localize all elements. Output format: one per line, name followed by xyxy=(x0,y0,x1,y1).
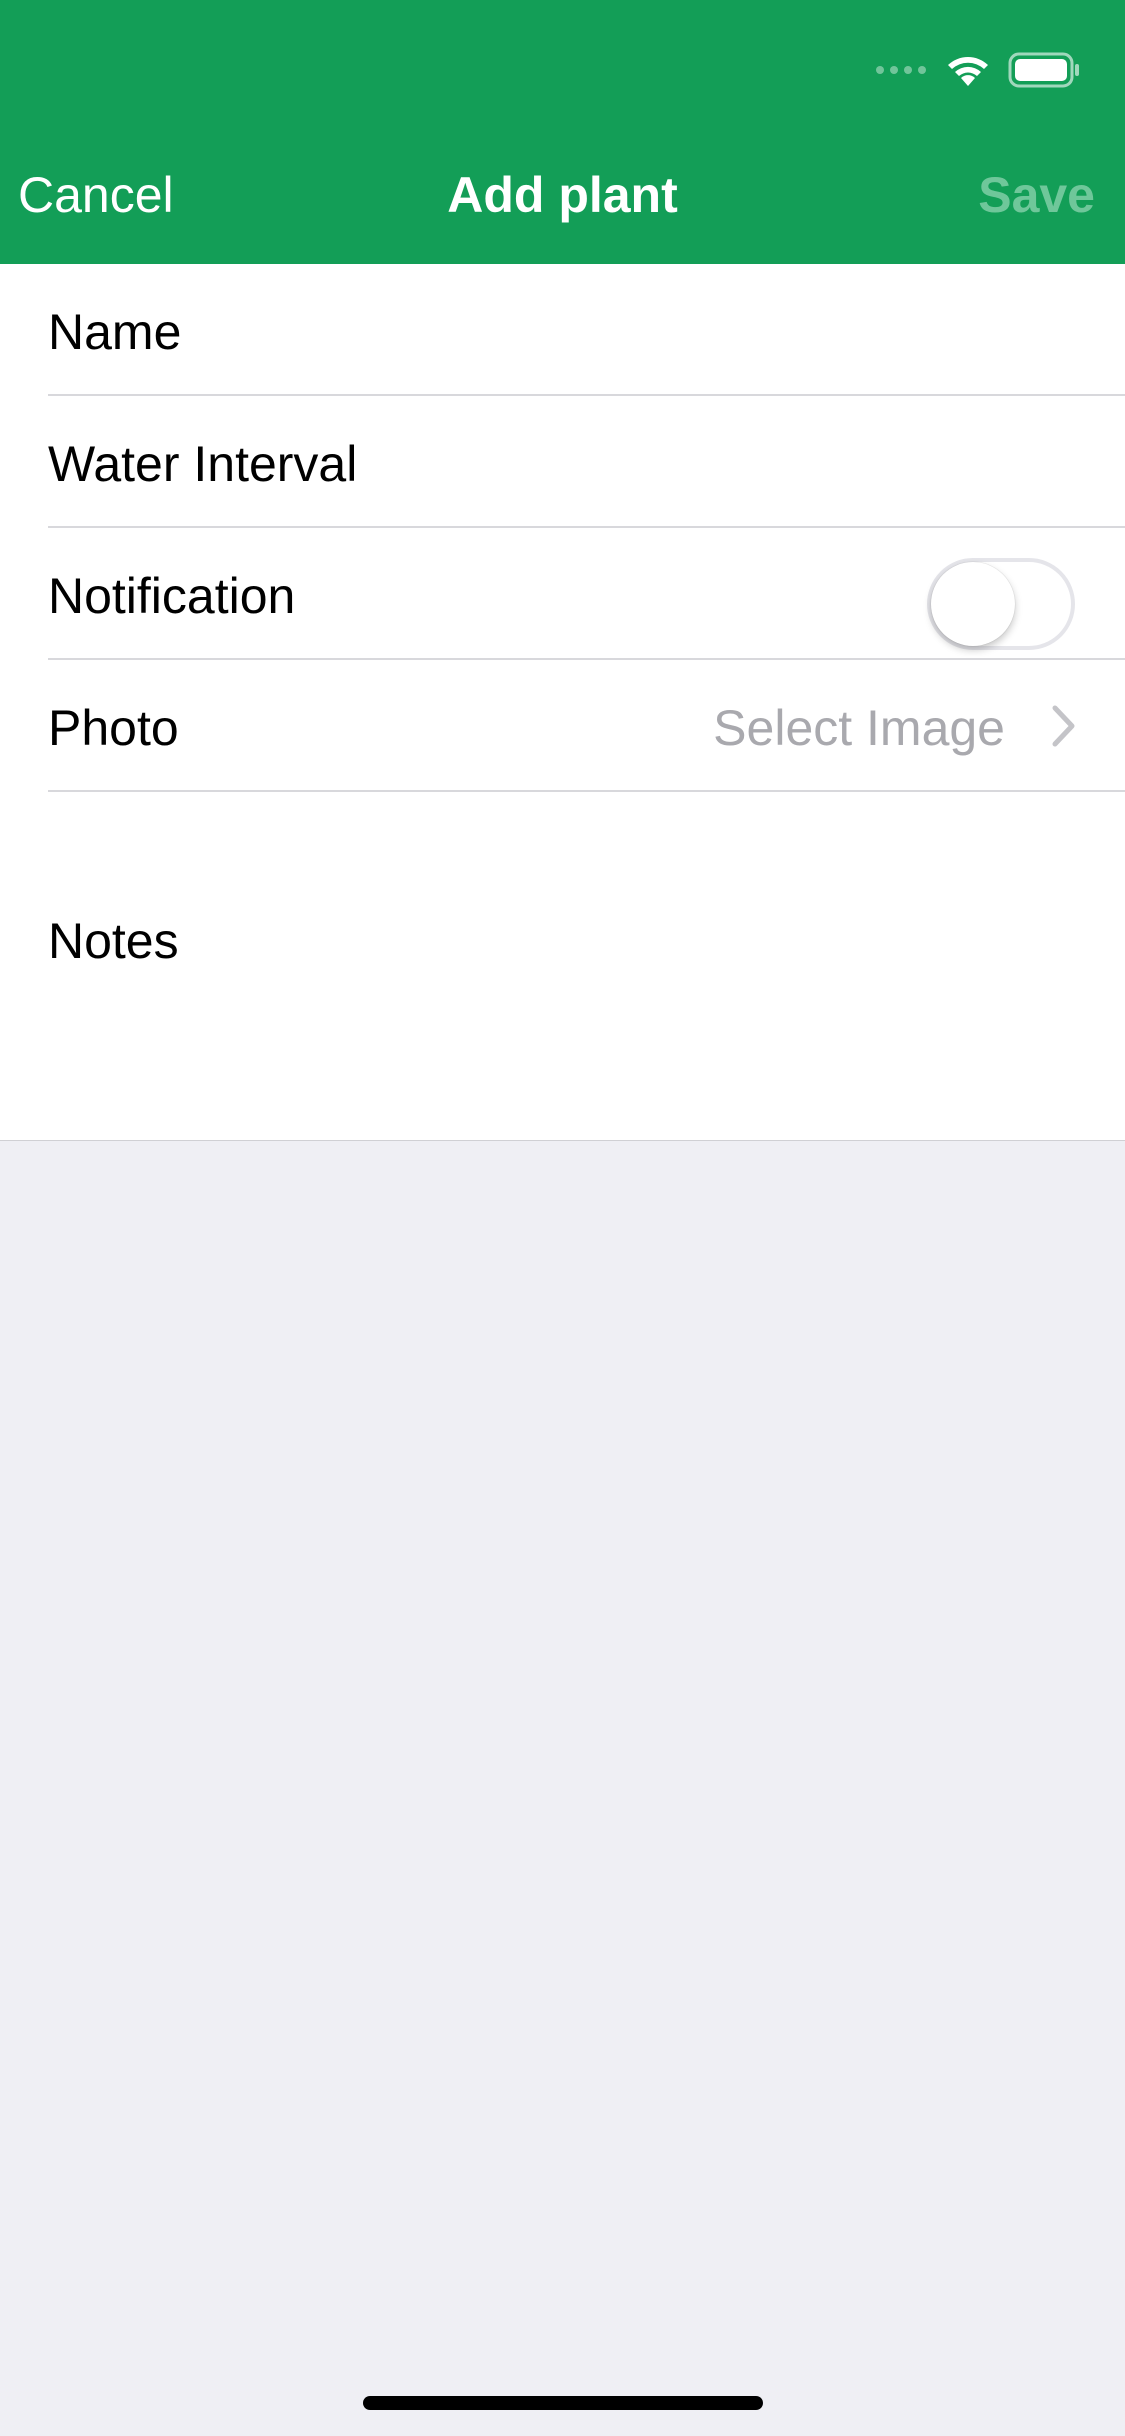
navigation-bar: Cancel Add plant Save xyxy=(0,0,1125,264)
wifi-icon xyxy=(948,57,988,86)
cellular-signal-icon xyxy=(876,66,932,74)
photo-label: Photo xyxy=(48,700,179,756)
photo-row[interactable]: Photo Select Image xyxy=(48,660,1125,792)
name-label: Name xyxy=(48,304,182,360)
save-button[interactable]: Save xyxy=(978,166,1095,224)
battery-icon xyxy=(1008,52,1079,88)
notification-label: Notification xyxy=(48,568,296,624)
name-field[interactable]: Name xyxy=(48,264,1125,396)
toggle-knob xyxy=(931,562,1015,646)
chevron-right-icon xyxy=(1052,705,1075,747)
status-bar xyxy=(876,48,1080,92)
home-indicator[interactable] xyxy=(363,2396,763,2410)
notification-row: Notification xyxy=(48,528,1125,660)
water-interval-label: Water Interval xyxy=(48,436,358,492)
notes-field[interactable]: Notes xyxy=(48,912,179,970)
water-interval-field[interactable]: Water Interval xyxy=(48,396,1125,528)
cancel-button[interactable]: Cancel xyxy=(18,166,174,224)
select-image-value: Select Image xyxy=(713,700,1005,756)
plant-form: Name Water Interval Notification Photo S… xyxy=(0,264,1125,1141)
notification-toggle[interactable] xyxy=(927,558,1075,650)
